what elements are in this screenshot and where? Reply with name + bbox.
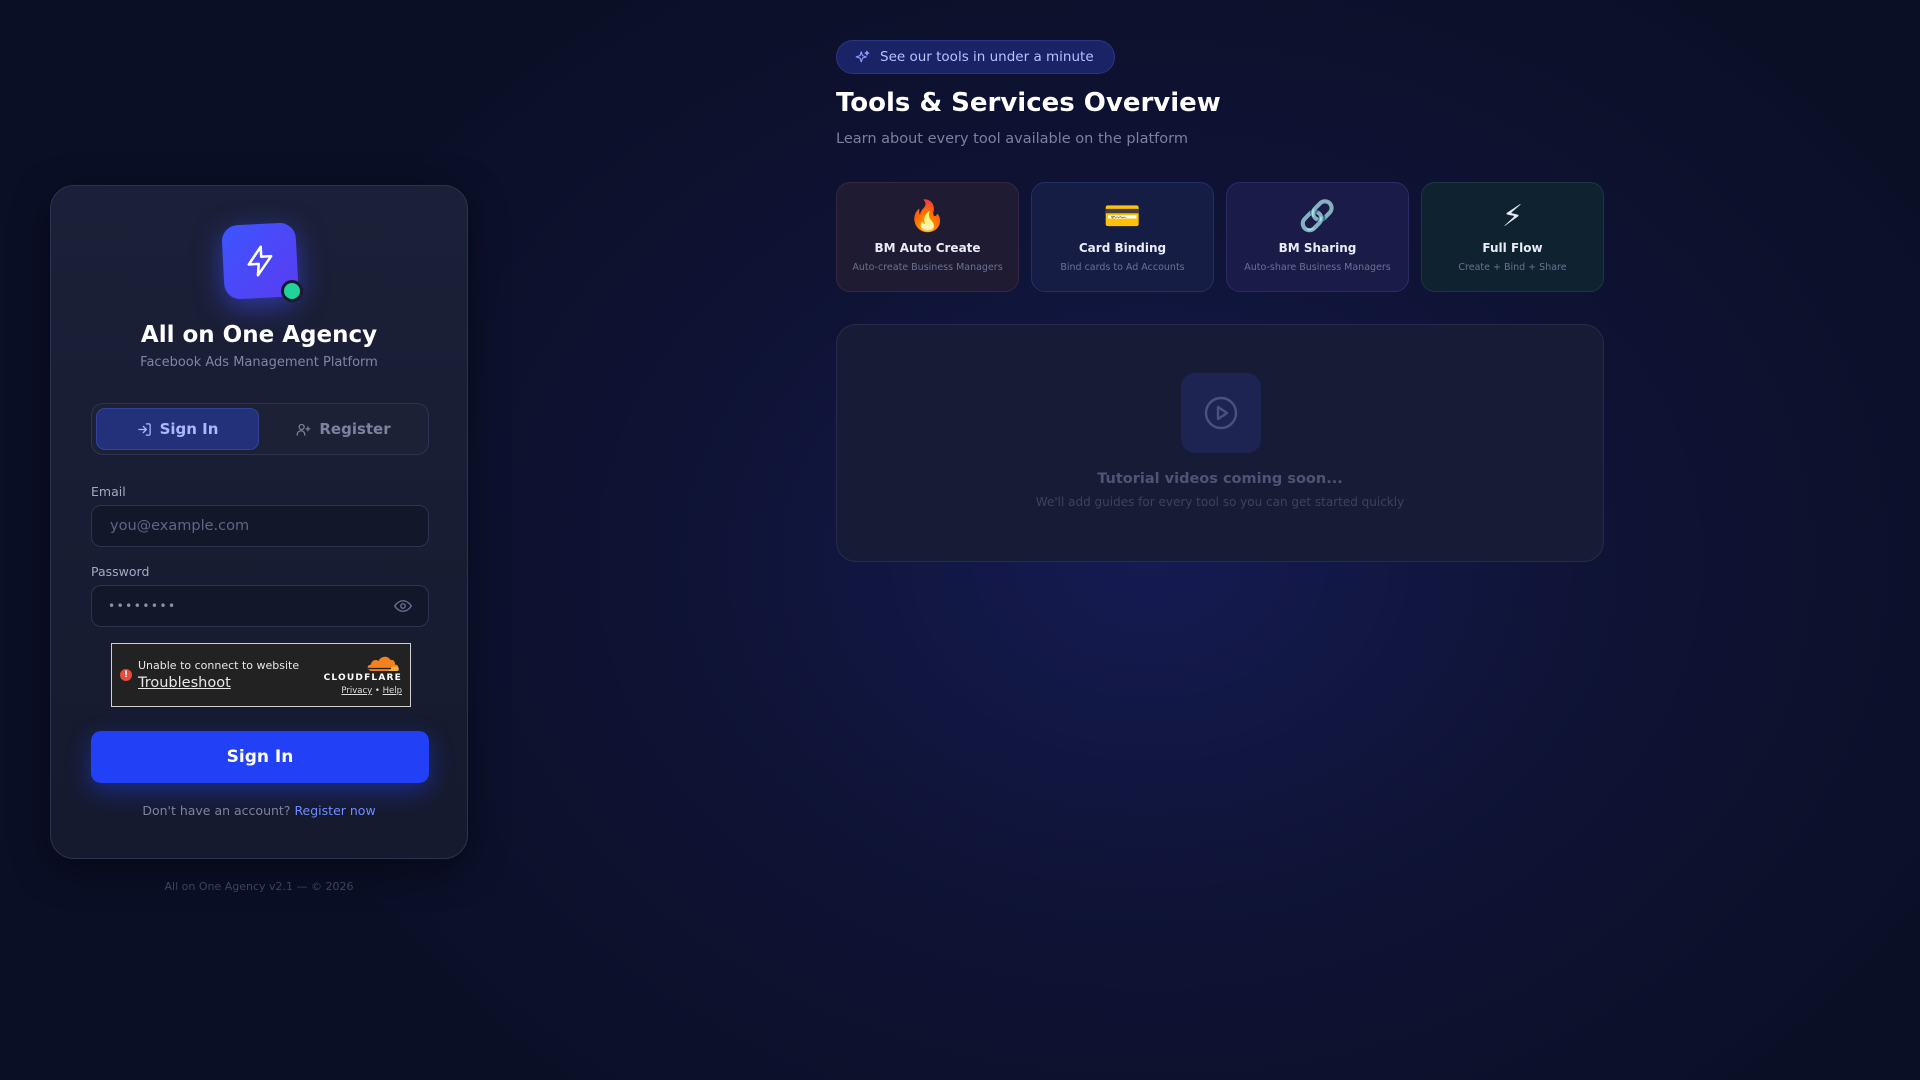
fire-icon: 🔥 (908, 199, 947, 234)
cloudflare-wordmark: CLOUDFLARE (323, 673, 402, 683)
email-field-wrap (91, 505, 429, 547)
no-account-text: Don't have an account? (142, 803, 291, 818)
app-subtitle: Facebook Ads Management Platform (140, 355, 378, 370)
sign-in-button[interactable]: Sign In (91, 731, 429, 783)
tool-name: BM Auto Create (874, 241, 981, 255)
tool-name: Card Binding (1078, 241, 1167, 255)
footer-version: All on One Agency v2.1 — © 2026 (164, 880, 354, 893)
app-title: All on One Agency (140, 322, 378, 348)
register-prompt: Don't have an account? Register now (51, 803, 467, 818)
login-card: All on One Agency Facebook Ads Managemen… (50, 185, 468, 859)
password-field[interactable]: •••••••• (91, 585, 429, 627)
online-status-dot (281, 280, 303, 302)
app-logo (221, 222, 303, 302)
tool-description: Bind cards to Ad Accounts (1060, 262, 1185, 273)
password-input-value[interactable]: •••••••• (108, 599, 394, 613)
video-coming-soon-subtitle: We'll add guides for every tool so you c… (1035, 495, 1405, 509)
tool-card-bm-sharing[interactable]: 🔗 BM Sharing Auto-share Business Manager… (1226, 182, 1409, 292)
tool-name: Full Flow (1482, 241, 1543, 255)
error-icon: ! (120, 669, 132, 681)
tools-video-pill[interactable]: See our tools in under a minute (836, 40, 1115, 74)
cloudflare-cloud-icon (367, 656, 399, 671)
tool-card-bm-auto-create[interactable]: 🔥 BM Auto Create Auto-create Business Ma… (836, 182, 1019, 292)
tutorial-video-panel: Tutorial videos coming soon... We'll add… (836, 324, 1604, 562)
captcha-message: Unable to connect to website (138, 659, 300, 672)
overview-subtitle: Learn about every tool available on the … (836, 131, 1188, 147)
tool-description: Auto-share Business Managers (1244, 262, 1391, 273)
link-icon: 🔗 (1298, 199, 1337, 234)
tab-sign-in-label: Sign In (159, 420, 219, 438)
sparkles-icon (855, 50, 870, 62)
email-input[interactable] (108, 517, 412, 535)
play-button[interactable] (1181, 373, 1261, 453)
lightning-icon: ⚡ (1501, 199, 1524, 234)
tab-sign-in[interactable]: Sign In (96, 408, 259, 450)
privacy-link[interactable]: Privacy (341, 686, 372, 696)
credit-card-icon: 💳 (1103, 199, 1142, 234)
tab-register-label: Register (319, 420, 391, 438)
password-label: Password (91, 564, 150, 579)
troubleshoot-link[interactable]: Troubleshoot (138, 675, 231, 691)
tab-register[interactable]: Register (263, 408, 424, 450)
help-link[interactable]: Help (383, 686, 402, 696)
tool-description: Create + Bind + Share (1458, 262, 1567, 273)
tool-name: BM Sharing (1278, 241, 1357, 255)
tool-card-card-binding[interactable]: 💳 Card Binding Bind cards to Ad Accounts (1031, 182, 1214, 292)
tool-card-full-flow[interactable]: ⚡ Full Flow Create + Bind + Share (1421, 182, 1604, 292)
email-label: Email (91, 484, 126, 499)
play-circle-icon (1204, 396, 1238, 430)
eye-icon[interactable] (394, 597, 412, 615)
video-coming-soon-title: Tutorial videos coming soon... (1097, 471, 1343, 487)
register-now-link[interactable]: Register now (294, 803, 375, 818)
links-separator: • (374, 686, 380, 696)
user-plus-icon (296, 423, 311, 436)
tool-description: Auto-create Business Managers (852, 262, 1003, 273)
sign-in-icon (137, 422, 151, 436)
overview-title: Tools & Services Overview (836, 88, 1221, 118)
pill-label: See our tools in under a minute (880, 49, 1094, 65)
auth-tabs: Sign In Register (91, 403, 429, 455)
captcha-widget: ! Unable to connect to website Troublesh… (111, 643, 411, 707)
cloudflare-brand: CLOUDFLARE Privacy • Help (324, 654, 402, 696)
